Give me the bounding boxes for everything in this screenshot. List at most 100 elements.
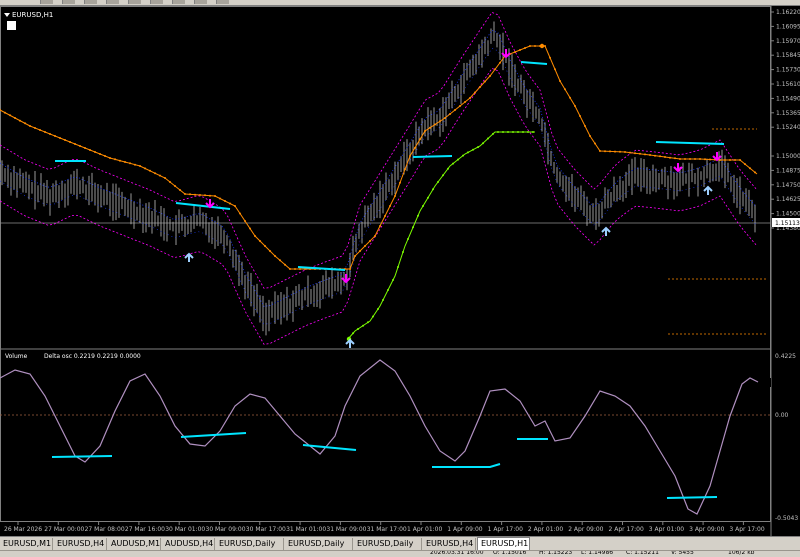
toolbar-icon[interactable] [40, 0, 53, 4]
trailing-dot [394, 195, 396, 197]
one-click-trading-icon[interactable] [7, 21, 16, 30]
trailing-dot [554, 68, 556, 71]
trailing-dot [219, 197, 221, 200]
trailing-dot [684, 158, 686, 160]
trailing-dot [694, 158, 696, 160]
trailing-dot [709, 158, 711, 161]
trailing-dot [299, 268, 301, 270]
tab-audusd-m1[interactable]: AUDUSD,M1 [108, 538, 161, 550]
status-field: V: 5455 [671, 550, 694, 556]
trailing-dot [397, 266, 399, 268]
trailing-dot [442, 174, 444, 177]
price-tick-label: 1.14875 [776, 167, 800, 174]
buy-arrow-icon [601, 226, 611, 236]
time-tick-label: 27 Mar 16:00 [125, 526, 165, 533]
trailing-dot [69, 141, 71, 143]
tab-eurusd-m1[interactable]: EURUSD,M1 [0, 538, 53, 550]
trailing-dot [489, 75, 491, 77]
trailing-dot [357, 328, 359, 330]
trailing-dot [744, 163, 746, 166]
trailing-dot [427, 196, 429, 199]
tab-eurusd-h1[interactable]: EURUSD,H1 [477, 537, 530, 551]
trailing-dot [589, 135, 591, 137]
trailing-dot [447, 167, 449, 170]
trailing-dot [559, 80, 561, 82]
envelope-upper-line [0, 11, 757, 289]
time-tick-label: 30 Mar 09:00 [206, 526, 246, 533]
terminal-window: EURUSD,H1 1.16220 1.16095 1.15970 1.15845 1.… [0, 0, 800, 557]
trailing-dot [734, 159, 736, 161]
time-tick-label: 27 Mar 08:00 [85, 526, 125, 533]
sell-arrow-icon [341, 274, 351, 284]
buy-arrow-icon [345, 338, 355, 348]
price-tick-label: 1.14750 [776, 182, 800, 189]
trailing-dot [497, 131, 499, 133]
sell-arrow-icon [712, 152, 722, 162]
time-axis[interactable]: 26 Mar 2026 27 Mar 00:00 27 Mar 08:00 27 Ma… [4, 522, 765, 533]
trailing-dot [24, 122, 26, 125]
trailing-dot [229, 202, 231, 205]
trailing-dot [359, 250, 361, 252]
trailing-dot [59, 137, 61, 139]
chart-menu-icon[interactable] [4, 13, 10, 17]
price-tick-label: 1.15730 [776, 67, 800, 74]
trailing-dot [512, 131, 514, 133]
toolbar-icon[interactable] [172, 0, 185, 4]
trailing-dot [502, 131, 504, 133]
chart-tabs: EURUSD,M1 EURUSD,H4 AUDUSD,M1 AUDUSD,H4 EURU… [0, 536, 800, 551]
trailing-dot [527, 131, 529, 133]
toolbar-icon[interactable] [216, 0, 229, 4]
trailing-dot [44, 131, 46, 133]
toolbar-icon[interactable] [106, 0, 119, 4]
tab-eurusd-daily[interactable]: EURUSD,Daily [354, 538, 422, 550]
trailing-dot [94, 151, 96, 153]
toolbar-icon[interactable] [194, 0, 207, 4]
price-scale[interactable]: 1.16220 1.16095 1.15970 1.15845 1.15730 1.156… [771, 9, 800, 232]
trailing-dot [469, 97, 471, 99]
trailing-dot [444, 117, 446, 119]
toolbar-icon[interactable] [62, 0, 75, 4]
trailing-dot [254, 235, 256, 237]
toolbar-icon[interactable] [150, 0, 163, 4]
trailing-dot [539, 43, 545, 49]
trailing-dot [184, 193, 186, 195]
trailing-dot [564, 88, 566, 91]
trailing-dot [374, 235, 376, 237]
upper-trailing-line [0, 45, 758, 270]
toolbar-icon[interactable] [84, 0, 97, 4]
trailing-dot [449, 113, 451, 115]
trailing-dot [134, 163, 136, 166]
level-segment [520, 61, 548, 65]
osc-level-segment [432, 463, 501, 468]
trailing-dot [417, 214, 419, 217]
trailing-dot [529, 45, 531, 47]
time-tick-label: 27 Mar 00:00 [44, 526, 84, 533]
osc-scale-max: 0.4225 [775, 353, 796, 360]
tab-eurusd-daily[interactable]: EURUSD,Daily [285, 538, 353, 550]
price-tick-label: 1.15490 [776, 95, 800, 102]
trailing-dot [434, 123, 436, 126]
trailing-dot [387, 289, 389, 291]
tab-audusd-h4[interactable]: AUDUSD,H4 [162, 538, 215, 550]
middle-line [0, 29, 757, 307]
tab-eurusd-h4[interactable]: EURUSD,H4 [423, 538, 476, 550]
trailing-dot [39, 129, 41, 131]
trailing-dot [402, 251, 404, 253]
upper-trailing-dots [0, 43, 756, 270]
tab-eurusd-h4[interactable]: EURUSD,H4 [54, 538, 107, 550]
trailing-dot [159, 174, 161, 177]
trailing-dot [119, 159, 121, 162]
price-chart[interactable]: EURUSD,H1 1.162201.160951.159701.158451.… [0, 6, 800, 536]
time-tick-label: 26 Mar 2026 [4, 526, 42, 533]
trailing-dot [289, 268, 291, 270]
trailing-dot [362, 324, 364, 327]
status-field: 2026.03.31 16:00 [430, 550, 484, 556]
trailing-dot [749, 167, 751, 170]
osc-scale-min: -0.5043 [775, 515, 798, 522]
toolbar-icon[interactable] [128, 0, 141, 4]
trailing-dot [574, 105, 576, 107]
tab-eurusd-daily[interactable]: EURUSD,Daily [216, 538, 284, 550]
trailing-dot [507, 131, 509, 133]
trailing-dot [367, 321, 369, 324]
trailing-dot [754, 171, 756, 174]
